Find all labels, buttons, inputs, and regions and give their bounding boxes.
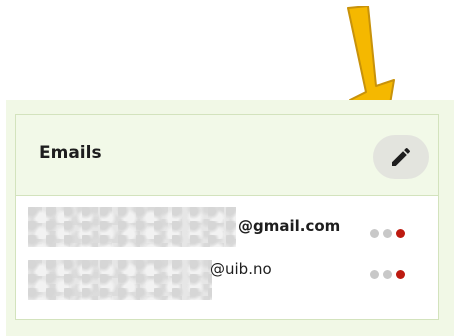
emails-card-title: Emails (39, 143, 102, 163)
status-dot-gray (370, 270, 379, 279)
status-dot-red (396, 270, 405, 279)
status-dot-red (396, 229, 405, 238)
pencil-icon (392, 147, 410, 166)
edit-emails-button[interactable] (373, 135, 429, 179)
email-status-dots[interactable] (370, 229, 405, 238)
status-dot-gray (383, 270, 392, 279)
email-domain: @uib.no (210, 260, 272, 278)
email-list-item: @gmail.com (28, 207, 428, 247)
status-dot-gray (370, 229, 379, 238)
emails-card-header: Emails (16, 115, 438, 196)
redacted-email-username (28, 207, 236, 247)
email-list-item: @uib.no (28, 260, 428, 300)
redacted-email-username (28, 260, 212, 300)
emails-card: Emails @gmail.com @uib.no (15, 114, 439, 320)
email-status-dots[interactable] (370, 270, 405, 279)
email-domain: @gmail.com (238, 217, 341, 235)
status-dot-gray (383, 229, 392, 238)
